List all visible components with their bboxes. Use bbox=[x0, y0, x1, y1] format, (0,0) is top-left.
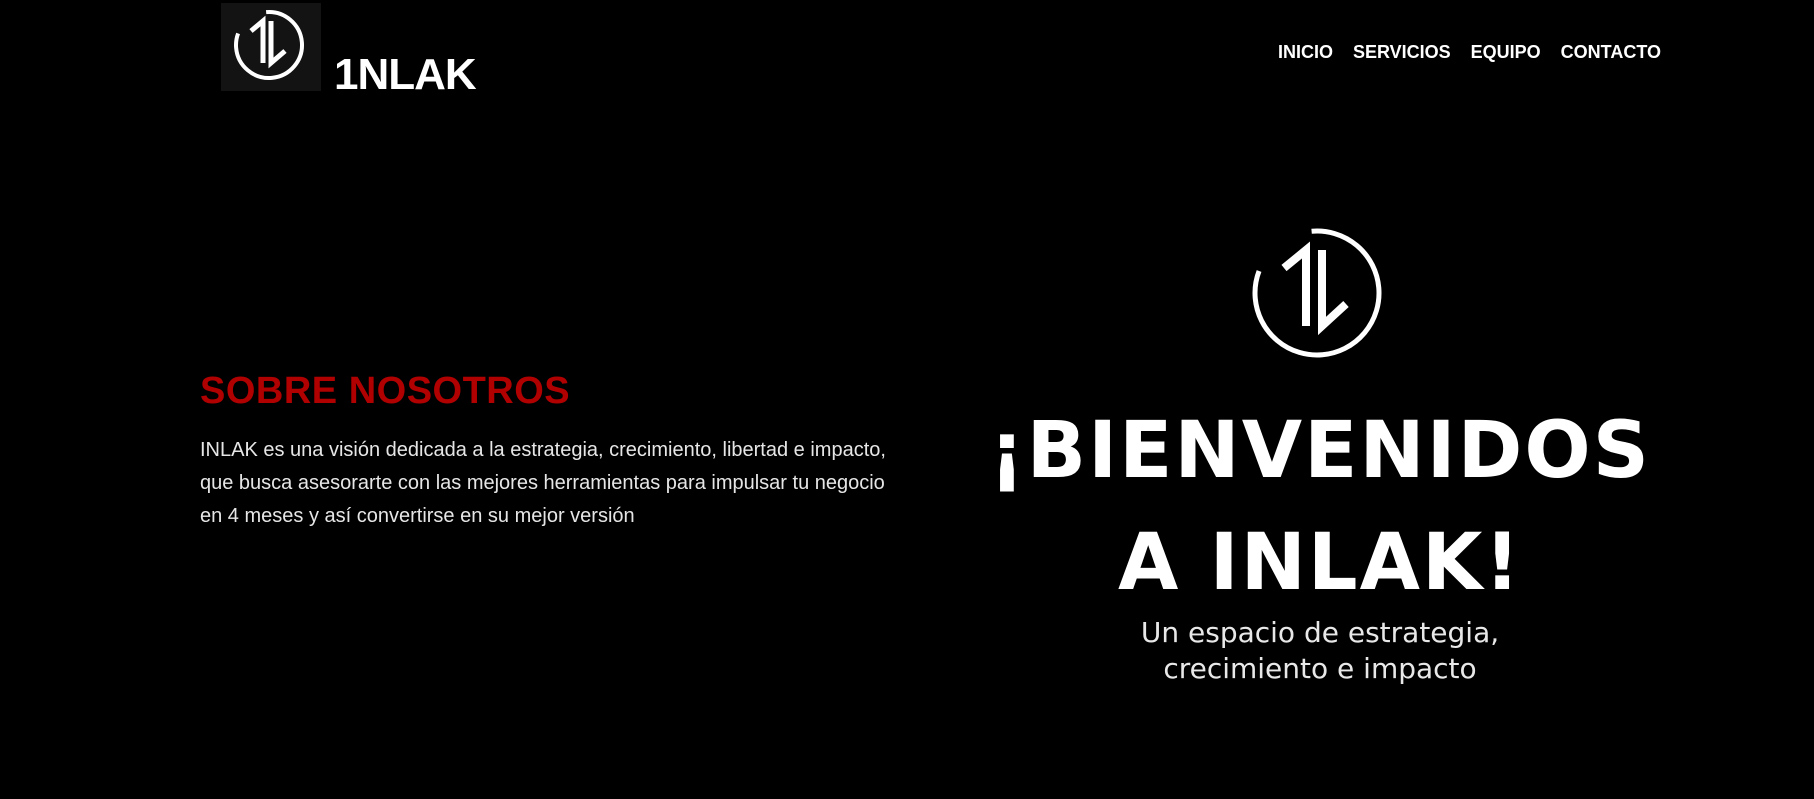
hero-logo bbox=[1242, 218, 1392, 368]
nav-link-equipo[interactable]: EQUIPO bbox=[1471, 40, 1541, 64]
hero-title-line-2: A INLAK! bbox=[1118, 518, 1522, 608]
hero-title-line-1: ¡BIENVENIDOS bbox=[989, 406, 1651, 496]
hero-subtitle-line-2: crecimiento e impacto bbox=[1163, 652, 1477, 685]
hero-banner: ¡BIENVENIDOS A INLAK! Un espacio de estr… bbox=[940, 205, 1700, 725]
about-section: SOBRE NOSOTROS INLAK es una visión dedic… bbox=[200, 368, 920, 533]
hero-subtitle: Un espacio de estrategia, crecimiento e … bbox=[940, 615, 1700, 687]
hero-title: ¡BIENVENIDOS A INLAK! bbox=[940, 395, 1700, 619]
inlak-monogram-icon bbox=[1252, 228, 1382, 358]
nav-link-inicio[interactable]: INICIO bbox=[1278, 40, 1333, 64]
about-text: INLAK es una visión dedicada a la estrat… bbox=[200, 439, 886, 527]
brand-name[interactable]: 1NLAK bbox=[334, 47, 477, 103]
site-logo[interactable] bbox=[221, 3, 321, 91]
inlak-monogram-icon bbox=[234, 10, 304, 80]
site-header: 1NLAK INICIO SERVICIOS EQUIPO CONTACTO bbox=[0, 0, 1814, 110]
nav-link-servicios[interactable]: SERVICIOS bbox=[1353, 40, 1451, 64]
about-title: SOBRE NOSOTROS bbox=[200, 370, 571, 412]
nav-link-contacto[interactable]: CONTACTO bbox=[1561, 40, 1661, 64]
main-nav: INICIO SERVICIOS EQUIPO CONTACTO bbox=[1278, 40, 1661, 64]
hero-subtitle-line-1: Un espacio de estrategia, bbox=[1140, 616, 1500, 649]
